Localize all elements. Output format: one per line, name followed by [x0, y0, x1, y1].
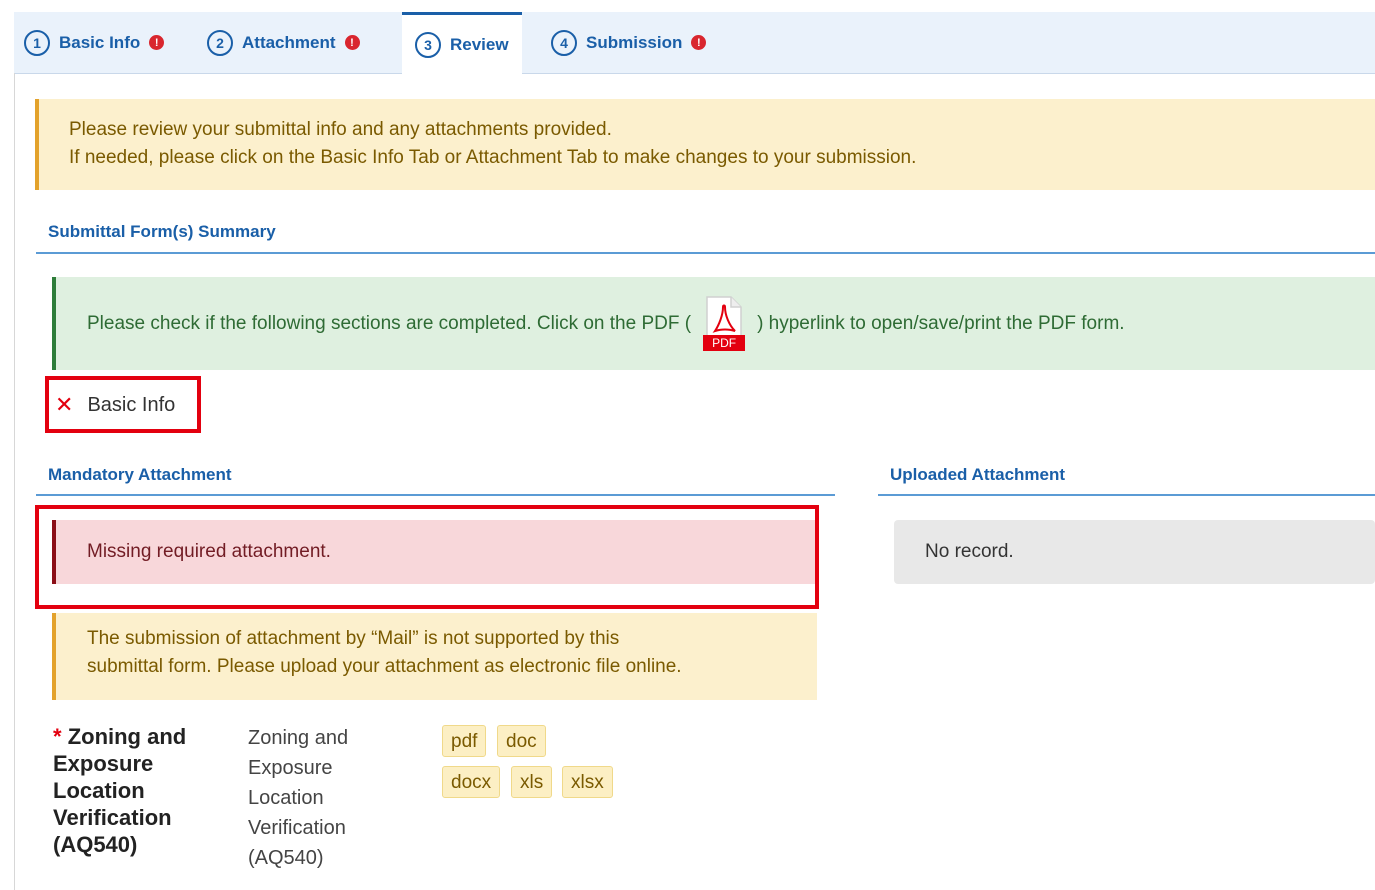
section-divider — [36, 252, 1375, 254]
review-instructions: Please review your submittal info and an… — [35, 99, 1375, 190]
file-type-tag: xls — [511, 766, 553, 798]
step-number: 4 — [551, 29, 577, 56]
attachment-description: Zoning and Exposure Location Verificatio… — [248, 727, 349, 869]
summary-note-text: Please check if the following sections a… — [87, 312, 692, 334]
pdf-icon-label: PDF — [712, 335, 737, 350]
file-type-tag: xlsx — [562, 766, 613, 798]
summary-note-text: ) hyperlink to open/save/print the PDF f… — [757, 312, 1125, 334]
alert-icon: ! — [691, 35, 707, 50]
tab-label: Submission — [586, 32, 683, 52]
highlight-box — [35, 505, 819, 609]
mandatory-section-title: Mandatory Attachment — [48, 465, 232, 484]
required-icon: * — [53, 724, 62, 749]
alert-icon: ! — [344, 35, 360, 50]
file-type-tag: docx — [442, 766, 501, 798]
content-border — [14, 73, 15, 890]
tab-label: Review — [450, 34, 509, 54]
summary-section-title: Submittal Form(s) Summary — [48, 222, 276, 241]
step-number: 1 — [24, 29, 50, 56]
section-divider — [36, 494, 835, 496]
section-divider — [878, 494, 1375, 496]
tab-review[interactable]: 3 Review — [402, 12, 522, 74]
mail-not-supported-note: The submission of attachment by “Mail” i… — [52, 613, 817, 700]
mail-note-line: The submission of attachment by “Mail” i… — [87, 628, 620, 649]
attachment-name: * Zoning and Exposure Location Verificat… — [53, 723, 223, 858]
attachment-title: Zoning and Exposure Location Verificatio… — [53, 724, 187, 857]
alert-icon: ! — [149, 35, 165, 50]
pdf-icon[interactable]: PDF — [701, 295, 747, 353]
mail-note-line: submittal form. Please upload your attac… — [87, 656, 682, 677]
uploaded-empty-state: No record. — [894, 520, 1375, 584]
tab-label: Basic Info — [59, 32, 141, 52]
file-type-tag: pdf — [442, 725, 487, 757]
wizard-tab-bar: 1 Basic Info ! 2 Attachment ! 3 Review 4… — [14, 12, 1375, 74]
empty-state-text: No record. — [925, 541, 1014, 562]
tab-submission[interactable]: 4 Submission ! — [551, 12, 707, 73]
file-type-tag: doc — [497, 725, 546, 757]
tab-label: Attachment — [242, 32, 336, 52]
highlight-box — [45, 376, 201, 433]
tab-attachment[interactable]: 2 Attachment ! — [207, 12, 360, 73]
summary-note: Please check if the following sections a… — [52, 277, 1375, 370]
uploaded-section-title: Uploaded Attachment — [890, 465, 1066, 484]
review-note-line: Please review your submittal info and an… — [69, 119, 612, 140]
step-number: 3 — [415, 31, 441, 58]
step-number: 2 — [207, 29, 233, 56]
review-note-line: If needed, please click on the Basic Inf… — [69, 147, 917, 168]
tab-basic-info[interactable]: 1 Basic Info ! — [24, 12, 165, 73]
